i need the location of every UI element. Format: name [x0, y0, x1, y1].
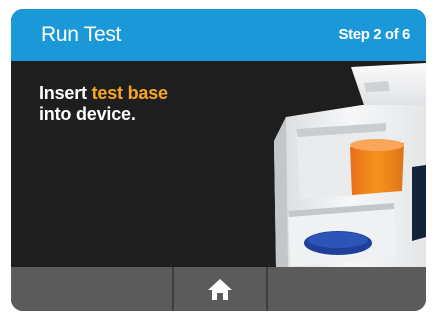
instruction-text: Insert test base into device. — [39, 83, 168, 125]
footer-right-button[interactable] — [268, 267, 426, 311]
home-icon — [208, 279, 232, 300]
footer-bar — [11, 267, 426, 311]
step-indicator: Step 2 of 6 — [338, 26, 411, 43]
instruction-prefix: Insert — [39, 83, 92, 103]
header-bar: Run Test Step 2 of 6 — [11, 9, 426, 61]
page-title: Run Test — [41, 23, 122, 46]
footer-left-button[interactable] — [11, 267, 172, 311]
instruction-line-2: into device. — [39, 104, 136, 124]
instruction-panel: Insert test base into device. — [11, 61, 426, 267]
device-screen: Run Test Step 2 of 6 Insert test base in… — [11, 9, 426, 311]
instruction-highlight: test base — [91, 83, 168, 103]
device-illustration — [274, 63, 426, 267]
home-button[interactable] — [174, 267, 266, 311]
